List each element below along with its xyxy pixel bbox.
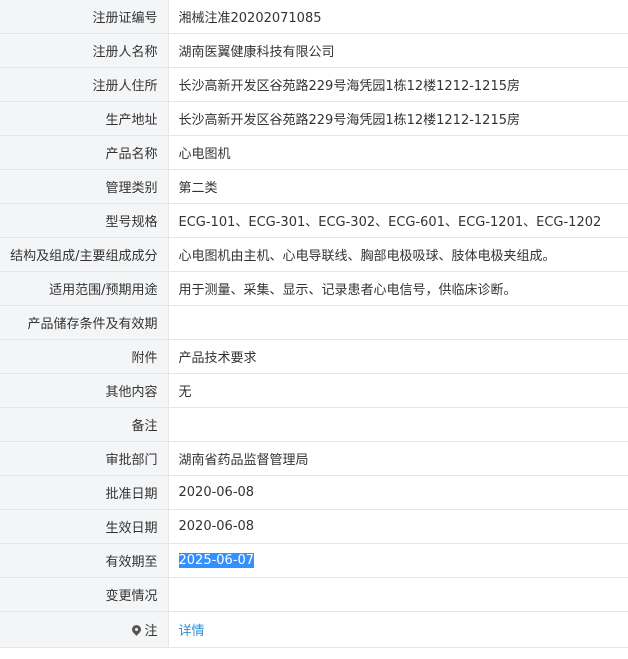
table-row-approval-dept: 审批部门 湖南省药品监督管理局 xyxy=(0,441,628,476)
row-value: 用于测量、采集、显示、记录患者心电信号，供临床诊断。 xyxy=(167,271,628,306)
row-label: 注 xyxy=(0,611,169,648)
table-row-note: 注 详情 xyxy=(0,611,628,648)
table-row-registration-number: 注册证编号 湘械注准20202071085 xyxy=(0,0,628,34)
registration-detail-table: 注册证编号 湘械注准20202071085 注册人名称 湖南医翼健康科技有限公司… xyxy=(0,0,628,648)
row-value: 2020-06-08 xyxy=(167,509,628,544)
row-label: 附件 xyxy=(0,339,169,374)
table-row-valid-until: 有效期至 2025-06-07 xyxy=(0,543,628,578)
row-value: 产品技术要求 xyxy=(167,339,628,374)
table-row-approval-date: 批准日期 2020-06-08 xyxy=(0,475,628,510)
table-row-registrant-name: 注册人名称 湖南医翼健康科技有限公司 xyxy=(0,33,628,68)
row-value: 长沙高新开发区谷苑路229号海凭园1栋12楼1212-1215房 xyxy=(167,67,628,102)
row-label: 生产地址 xyxy=(0,101,169,136)
row-value: 无 xyxy=(167,373,628,408)
row-label: 其他内容 xyxy=(0,373,169,408)
table-row-product-name: 产品名称 心电图机 xyxy=(0,135,628,170)
note-label: 注 xyxy=(144,624,158,639)
row-value xyxy=(167,305,628,340)
row-value: 长沙高新开发区谷苑路229号海凭园1栋12楼1212-1215房 xyxy=(167,101,628,136)
table-row-storage: 产品储存条件及有效期 xyxy=(0,305,628,340)
row-value[interactable]: 2025-06-07 xyxy=(167,543,628,578)
row-value: 湘械注准20202071085 xyxy=(167,0,628,34)
row-label: 注册人名称 xyxy=(0,33,169,68)
pin-icon xyxy=(130,623,144,636)
row-value: 第二类 xyxy=(167,169,628,204)
table-row-management-category: 管理类别 第二类 xyxy=(0,169,628,204)
table-row-changes: 变更情况 xyxy=(0,577,628,612)
table-row-registrant-address: 注册人住所 长沙高新开发区谷苑路229号海凭园1栋12楼1212-1215房 xyxy=(0,67,628,102)
row-label: 适用范围/预期用途 xyxy=(0,271,169,306)
row-value: 心电图机由主机、心电导联线、胸部电极吸球、肢体电极夹组成。 xyxy=(167,237,628,272)
table-row-intended-use: 适用范围/预期用途 用于测量、采集、显示、记录患者心电信号，供临床诊断。 xyxy=(0,271,628,306)
row-value: ECG-101、ECG-301、ECG-302、ECG-601、ECG-1201… xyxy=(167,203,628,238)
row-label: 有效期至 xyxy=(0,543,169,578)
table-row-production-address: 生产地址 长沙高新开发区谷苑路229号海凭园1栋12楼1212-1215房 xyxy=(0,101,628,136)
table-row-structure: 结构及组成/主要组成成分 心电图机由主机、心电导联线、胸部电极吸球、肢体电极夹组… xyxy=(0,237,628,272)
row-label: 变更情况 xyxy=(0,577,169,612)
row-label: 批准日期 xyxy=(0,475,169,510)
row-label: 备注 xyxy=(0,407,169,442)
table-row-other: 其他内容 无 xyxy=(0,373,628,408)
details-link[interactable]: 详情 xyxy=(179,624,205,639)
row-label: 产品名称 xyxy=(0,135,169,170)
table-row-effective-date: 生效日期 2020-06-08 xyxy=(0,509,628,544)
row-label: 注册人住所 xyxy=(0,67,169,102)
row-value xyxy=(167,577,628,612)
row-label: 注册证编号 xyxy=(0,0,169,34)
row-value: 2020-06-08 xyxy=(167,475,628,510)
row-value: 心电图机 xyxy=(167,135,628,170)
table-row-remarks: 备注 xyxy=(0,407,628,442)
table-row-model-spec: 型号规格 ECG-101、ECG-301、ECG-302、ECG-601、ECG… xyxy=(0,203,628,238)
row-value xyxy=(167,407,628,442)
table-row-attachment: 附件 产品技术要求 xyxy=(0,339,628,374)
row-value: 湖南医翼健康科技有限公司 xyxy=(167,33,628,68)
selected-text[interactable]: 2025-06-07 xyxy=(178,553,255,568)
row-label: 审批部门 xyxy=(0,441,169,476)
row-label: 管理类别 xyxy=(0,169,169,204)
row-label: 产品储存条件及有效期 xyxy=(0,305,169,340)
row-label: 生效日期 xyxy=(0,509,169,544)
row-label: 结构及组成/主要组成成分 xyxy=(0,237,169,272)
row-value: 湖南省药品监督管理局 xyxy=(167,441,628,476)
row-label: 型号规格 xyxy=(0,203,169,238)
row-value: 详情 xyxy=(167,611,628,648)
